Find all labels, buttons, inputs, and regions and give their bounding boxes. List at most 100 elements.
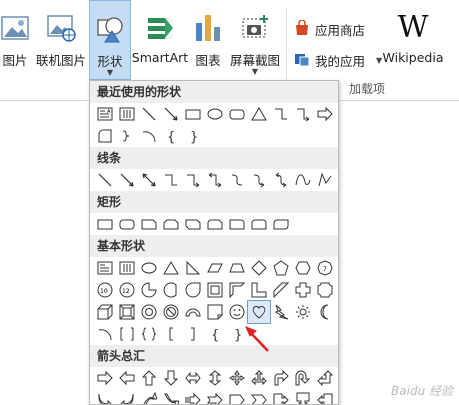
arc-icon[interactable] bbox=[138, 125, 160, 147]
oval-icon[interactable] bbox=[138, 257, 160, 279]
freeform-icon[interactable] bbox=[314, 169, 336, 191]
curved-arrow-connector-icon[interactable] bbox=[248, 169, 270, 191]
cube-icon[interactable] bbox=[94, 301, 116, 323]
shapes-button[interactable]: 形状 ▼ bbox=[89, 0, 131, 80]
diamond-icon[interactable] bbox=[248, 257, 270, 279]
elbow-arrow-connector-icon[interactable] bbox=[292, 103, 314, 125]
no-symbol-icon[interactable] bbox=[160, 301, 182, 323]
snip-round-rectangle-icon[interactable] bbox=[204, 213, 226, 235]
cloud-icon[interactable] bbox=[336, 301, 338, 323]
chart-button[interactable]: 图表 bbox=[190, 0, 226, 78]
elbow-arrow-connector-icon[interactable] bbox=[182, 169, 204, 191]
parallelogram-icon[interactable] bbox=[204, 257, 226, 279]
plaque-icon[interactable] bbox=[314, 279, 336, 301]
heptagon-icon[interactable]: 7 bbox=[314, 257, 336, 279]
scribble-icon[interactable] bbox=[336, 169, 338, 191]
left-brace-icon[interactable]: { bbox=[204, 323, 226, 345]
freeform-scribble-icon[interactable] bbox=[116, 125, 138, 147]
round-diagonal-corner-rectangle-icon[interactable] bbox=[270, 213, 292, 235]
snip-same-side-corner-rectangle-icon[interactable] bbox=[160, 213, 182, 235]
left-bracket-icon[interactable] bbox=[160, 323, 182, 345]
online-pictures-button[interactable]: 联机图片 bbox=[34, 0, 88, 78]
lightning-bolt-icon[interactable] bbox=[270, 301, 292, 323]
elbow-double-arrow-connector-icon[interactable] bbox=[204, 169, 226, 191]
can-icon[interactable] bbox=[336, 279, 338, 301]
up-arrow-icon[interactable] bbox=[138, 367, 160, 389]
left-right-arrow-icon[interactable] bbox=[182, 367, 204, 389]
decagon-icon[interactable]: 10 bbox=[94, 279, 116, 301]
triangle-icon[interactable] bbox=[248, 103, 270, 125]
half-frame-icon[interactable] bbox=[226, 279, 248, 301]
my-apps-button[interactable]: 我的应用 ▼ bbox=[294, 51, 382, 70]
round-single-corner-rectangle-icon[interactable] bbox=[226, 213, 248, 235]
u-turn-arrow-icon[interactable] bbox=[292, 367, 314, 389]
moon-icon[interactable] bbox=[314, 301, 336, 323]
heart-icon[interactable] bbox=[247, 300, 271, 324]
screenshot-button[interactable]: 屏幕截图 ▼ bbox=[228, 0, 282, 78]
octagon-icon[interactable]: 8 bbox=[336, 257, 338, 279]
left-brace-icon[interactable]: { bbox=[160, 125, 182, 147]
diagonal-stripe-icon[interactable] bbox=[270, 279, 292, 301]
curved-double-arrow-connector-icon[interactable] bbox=[270, 169, 292, 191]
vertical-text-box-icon[interactable] bbox=[116, 103, 138, 125]
l-shape-icon[interactable] bbox=[248, 279, 270, 301]
line-icon[interactable] bbox=[138, 103, 160, 125]
double-brace-icon[interactable] bbox=[138, 323, 160, 345]
frame-icon[interactable] bbox=[204, 279, 226, 301]
chord-icon[interactable] bbox=[160, 279, 182, 301]
right-bracket-icon[interactable] bbox=[182, 323, 204, 345]
down-arrow-icon[interactable] bbox=[160, 367, 182, 389]
arrow-line-icon[interactable] bbox=[160, 103, 182, 125]
text-box-icon[interactable]: A bbox=[94, 103, 116, 125]
bent-arrow-icon[interactable] bbox=[270, 367, 292, 389]
smartart-button[interactable]: SmartArt bbox=[132, 0, 188, 78]
pie-icon[interactable] bbox=[138, 279, 160, 301]
rounded-rectangle-icon[interactable] bbox=[226, 103, 248, 125]
pentagon-icon[interactable] bbox=[270, 257, 292, 279]
arrow-line-icon[interactable] bbox=[116, 169, 138, 191]
left-up-arrow-icon[interactable] bbox=[314, 367, 336, 389]
curve-icon[interactable] bbox=[292, 169, 314, 191]
bevel-icon[interactable] bbox=[116, 301, 138, 323]
donut-icon[interactable] bbox=[138, 301, 160, 323]
left-arrow-icon[interactable] bbox=[116, 367, 138, 389]
round-same-side-corner-rectangle-icon[interactable] bbox=[248, 213, 270, 235]
sun-icon[interactable] bbox=[292, 301, 314, 323]
rectangle-icon[interactable] bbox=[94, 213, 116, 235]
triangle-icon[interactable] bbox=[160, 257, 182, 279]
left-right-up-arrow-icon[interactable] bbox=[248, 367, 270, 389]
right-brace-icon[interactable]: } bbox=[182, 125, 204, 147]
wikipedia-button[interactable]: W Wikipedia bbox=[380, 0, 446, 78]
trapezoid-icon[interactable] bbox=[226, 257, 248, 279]
folded-corner-icon[interactable] bbox=[204, 301, 226, 323]
oval-icon[interactable] bbox=[204, 103, 226, 125]
right-arrow-icon[interactable] bbox=[94, 367, 116, 389]
quad-arrow-icon[interactable] bbox=[226, 367, 248, 389]
dodecagon-icon[interactable]: 12 bbox=[116, 279, 138, 301]
up-down-arrow-icon[interactable] bbox=[204, 367, 226, 389]
store-button[interactable]: 应用商店 bbox=[294, 19, 365, 39]
snip-diagonal-corner-rectangle-icon[interactable] bbox=[182, 213, 204, 235]
elbow-connector-icon[interactable] bbox=[270, 103, 292, 125]
double-arrow-line-icon[interactable] bbox=[138, 169, 160, 191]
block-arc-icon[interactable] bbox=[182, 301, 204, 323]
line-icon[interactable] bbox=[94, 169, 116, 191]
cross-icon[interactable] bbox=[292, 279, 314, 301]
curved-connector-icon[interactable] bbox=[226, 169, 248, 191]
vertical-text-box-icon[interactable] bbox=[116, 257, 138, 279]
double-bracket-icon[interactable] bbox=[116, 323, 138, 345]
elbow-connector-icon[interactable] bbox=[160, 169, 182, 191]
rectangle-icon[interactable] bbox=[182, 103, 204, 125]
down-arrow-icon[interactable] bbox=[336, 103, 338, 125]
teardrop-icon[interactable] bbox=[182, 279, 204, 301]
snip-corner-icon[interactable] bbox=[94, 125, 116, 147]
hexagon-icon[interactable] bbox=[292, 257, 314, 279]
rounded-rectangle-icon[interactable] bbox=[116, 213, 138, 235]
right-arrow-icon[interactable] bbox=[314, 103, 336, 125]
picture-button[interactable]: 图片 bbox=[0, 0, 30, 78]
text-box-icon[interactable] bbox=[94, 257, 116, 279]
right-triangle-icon[interactable] bbox=[182, 257, 204, 279]
snip-single-corner-rectangle-icon[interactable] bbox=[138, 213, 160, 235]
smiley-face-icon[interactable] bbox=[226, 301, 248, 323]
right-brace-icon[interactable]: } bbox=[226, 323, 248, 345]
